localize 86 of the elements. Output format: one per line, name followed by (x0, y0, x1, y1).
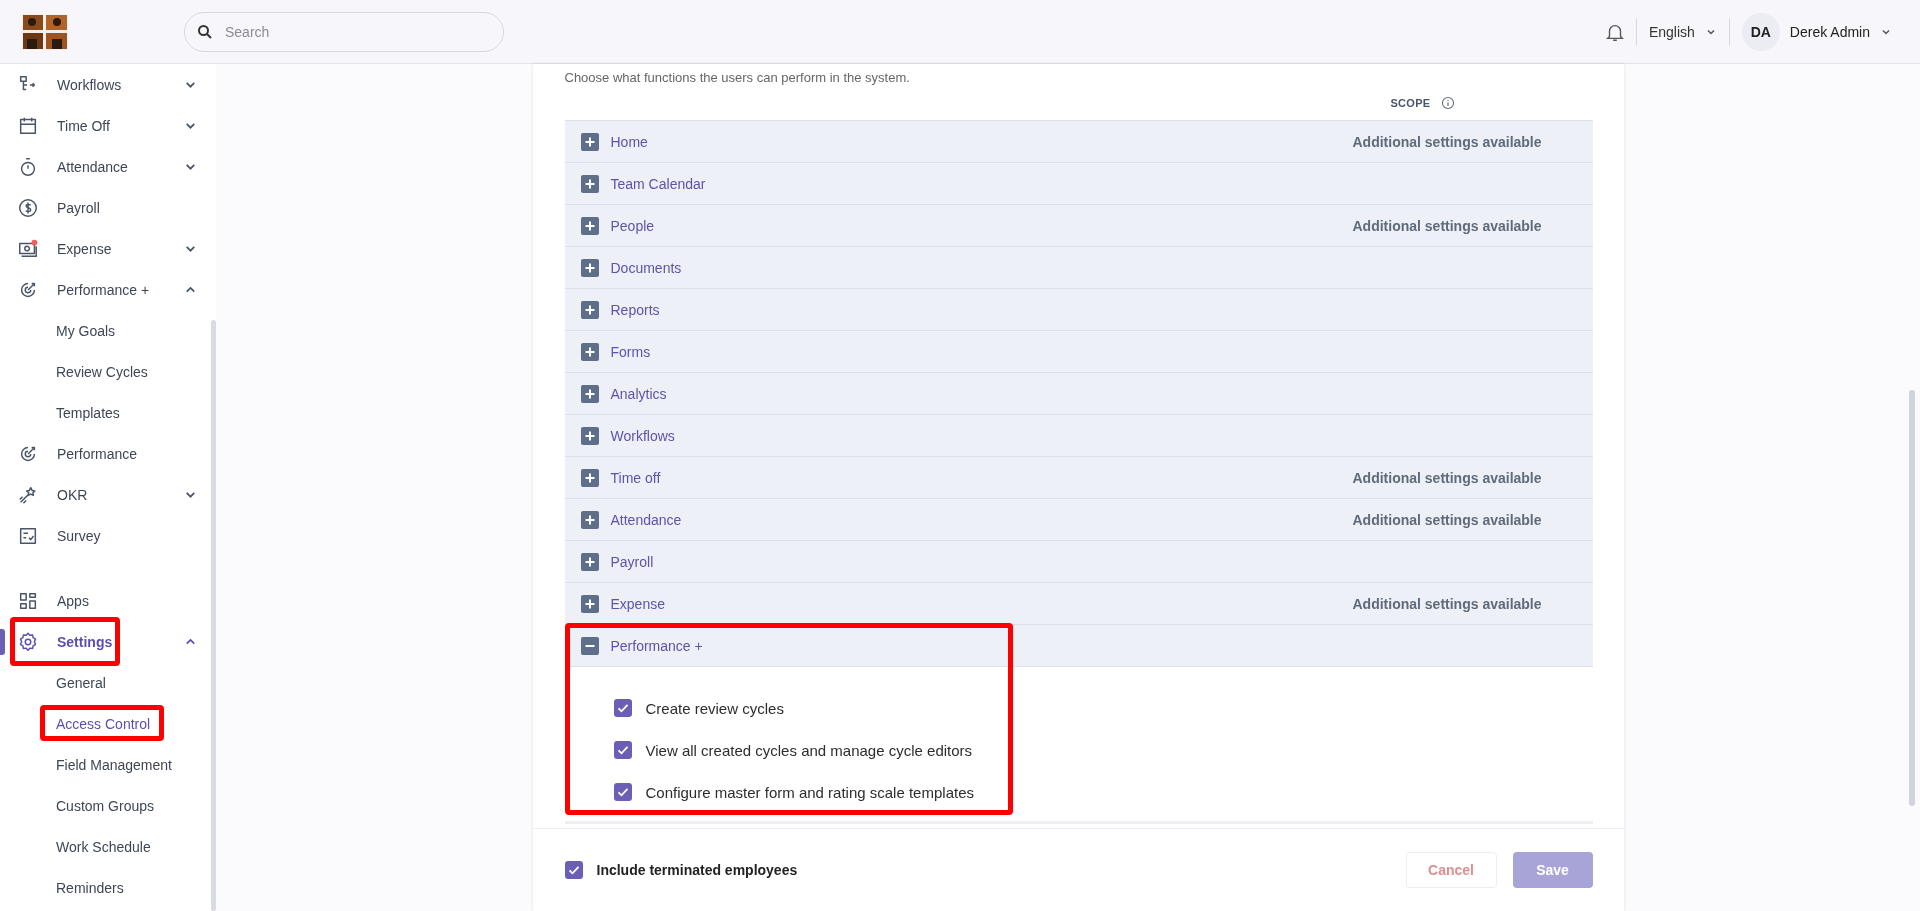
nav-subitem[interactable]: General (0, 662, 211, 703)
user-name: Derek Admin (1789, 23, 1870, 40)
description: Choose what functions the users can perform in the system. (564, 70, 911, 86)
module-name: Performance + (610, 637, 704, 654)
module-row[interactable]: Documents (564, 247, 1593, 289)
module-row[interactable]: Forms (564, 331, 1593, 373)
module-row[interactable]: Time off Additional settings available (564, 457, 1593, 499)
expand-toggle[interactable] (580, 174, 599, 193)
expand-toggle[interactable] (580, 510, 599, 529)
banknote-icon (17, 237, 39, 260)
checkbox[interactable] (613, 783, 632, 801)
nav-subitem[interactable]: Templates (0, 392, 211, 433)
expand-toggle[interactable] (580, 384, 599, 403)
column-header: SCOPE (1390, 97, 1431, 109)
module-name: Expense (610, 595, 666, 612)
module-row[interactable]: Analytics (564, 373, 1593, 415)
info-icon[interactable] (1440, 96, 1455, 110)
module-row[interactable]: Home Additional settings available (564, 121, 1593, 163)
module-name: Payroll (610, 553, 655, 570)
nav-subitem[interactable]: Field Management (0, 744, 211, 785)
module-row[interactable]: Expense Additional settings available (564, 583, 1593, 625)
nav-item[interactable]: Apps (0, 580, 211, 621)
module-row[interactable]: Payroll (564, 541, 1593, 583)
expand-toggle[interactable] (580, 342, 599, 361)
user-menu[interactable]: DA Derek Admin (1739, 12, 1894, 51)
checkbox-label: Include terminated employees (596, 862, 798, 878)
module-name: Analytics (610, 385, 668, 402)
expand-toggle[interactable] (580, 468, 599, 487)
expand-toggle[interactable] (580, 636, 599, 655)
nav-item[interactable]: Payroll (0, 187, 211, 228)
settings-note: Additional settings available (1352, 469, 1543, 486)
expand-toggle[interactable] (580, 300, 599, 319)
settings-note: Additional settings available (1352, 133, 1543, 150)
expand-toggle[interactable] (580, 552, 599, 571)
nav-subitem[interactable]: My Goals (0, 310, 211, 351)
nav-item[interactable]: Performance (0, 433, 211, 474)
expand-toggle[interactable] (580, 594, 599, 613)
checkbox[interactable] (564, 861, 583, 879)
language-dropdown[interactable]: English (1646, 19, 1719, 44)
nav-subitem[interactable]: Work Schedule (0, 826, 211, 867)
module-row[interactable]: People Additional settings available (564, 205, 1593, 247)
checkbox[interactable] (613, 699, 632, 717)
nav-item[interactable]: Workflows (0, 64, 211, 105)
module-name: Workflows (610, 427, 676, 444)
nav-item[interactable]: Settings (0, 621, 211, 662)
settings-note: Additional settings available (1352, 511, 1543, 528)
expand-toggle[interactable] (580, 258, 599, 277)
settings-note: Additional settings available (1352, 595, 1543, 612)
dollar-coin-icon (17, 196, 39, 219)
search-field[interactable]: Search (184, 11, 504, 52)
module-name: Team Calendar (610, 175, 707, 192)
scrollbar[interactable] (1909, 390, 1915, 806)
search-icon (197, 23, 213, 40)
module-name: People (610, 217, 656, 234)
expand-toggle[interactable] (580, 132, 599, 151)
module-name: Documents (610, 259, 683, 276)
permission-label: View all created cycles and manage cycle editors (645, 741, 973, 759)
nav-item[interactable]: Survey (0, 515, 211, 556)
settings-note: Additional settings available (1352, 217, 1543, 234)
checkbox[interactable] (613, 741, 632, 759)
module-name: Reports (610, 301, 661, 318)
settings-icon (17, 630, 39, 653)
module-name: Home (610, 133, 649, 150)
permission-label: Create review cycles (645, 699, 784, 717)
module-row[interactable]: Reports (564, 289, 1593, 331)
nav-subitem[interactable]: Custom Groups (0, 785, 211, 826)
nav-item[interactable]: Attendance (0, 146, 211, 187)
scrollbar[interactable] (211, 320, 216, 911)
nav-subitem[interactable]: Access Control (0, 703, 211, 744)
avatar: DA (1741, 12, 1780, 51)
expand-toggle[interactable] (580, 216, 599, 235)
nav-subitem[interactable]: Reminders (0, 867, 211, 908)
module-row[interactable]: Workflows (564, 415, 1593, 457)
nav-item[interactable]: Time Off (0, 105, 211, 146)
module-name: Time off (610, 469, 662, 486)
module-row[interactable]: Team Calendar (564, 163, 1593, 205)
permission-label: Configure master form and rating scale templates (645, 783, 974, 801)
nav-item[interactable]: Expense (0, 228, 211, 269)
nav-item[interactable]: OKR (0, 474, 211, 515)
module-row[interactable]: Attendance Additional settings available (564, 499, 1593, 541)
expand-toggle[interactable] (580, 426, 599, 445)
module-name: Forms (610, 343, 652, 360)
module-name: Attendance (610, 511, 683, 528)
nav-subitem[interactable]: Review Cycles (0, 351, 211, 392)
active-indicator (0, 629, 5, 655)
nav-item[interactable]: Performance + (0, 269, 211, 310)
